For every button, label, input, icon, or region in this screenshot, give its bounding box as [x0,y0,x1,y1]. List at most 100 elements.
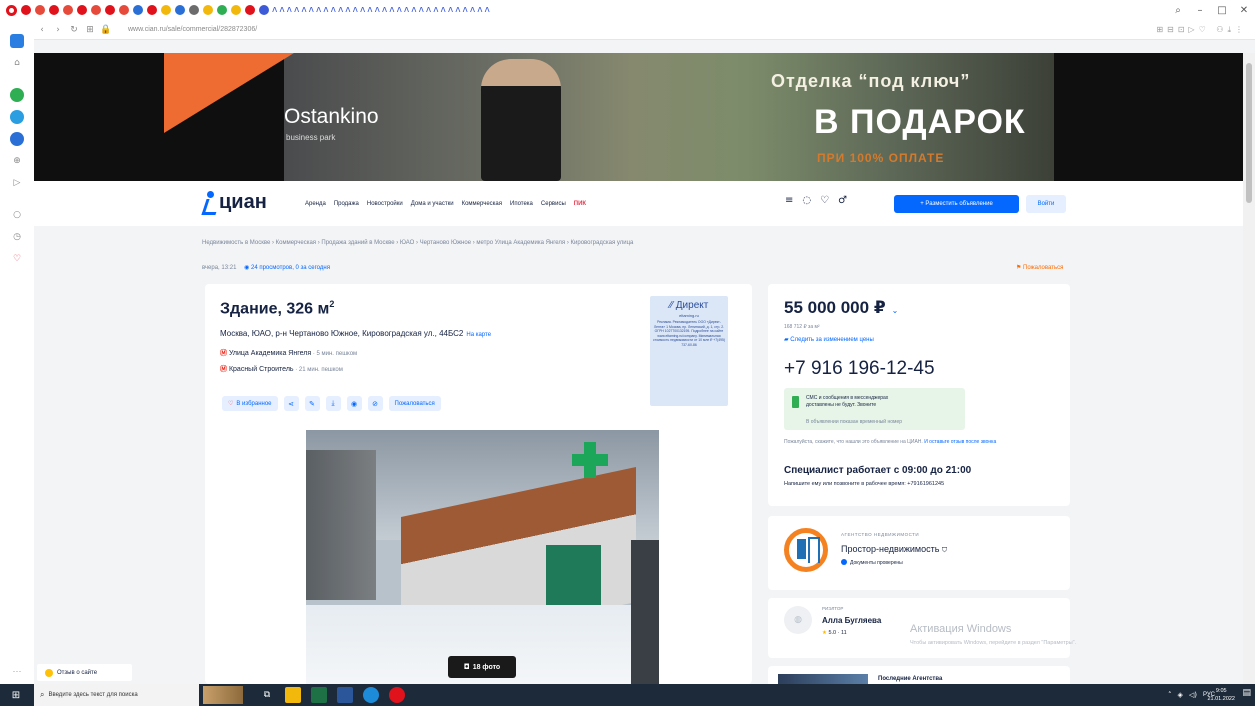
tab-icon[interactable] [259,5,269,15]
cian-tab-icon[interactable]: ᴧ [316,5,321,15]
cian-tab-icon[interactable]: ᴧ [279,5,284,15]
nav-sale[interactable]: Продажа [334,201,359,207]
share-icon[interactable]: ⋖ [283,396,299,411]
metro-item[interactable]: Ⓜ Улица Академика Янгеля · 5 мин. пешком [220,348,357,358]
excel-icon[interactable] [311,687,327,703]
realtor-name[interactable]: Алла Бугляева [822,616,881,625]
tab-icon[interactable] [49,5,59,15]
chat-icon[interactable]: ◌ [802,195,811,206]
volume-icon[interactable]: ◁) [1189,691,1197,699]
cian-tab-icon[interactable]: ᴧ [301,5,306,15]
cian-tab-icon[interactable]: ᴧ [338,5,343,15]
home-icon[interactable]: ⌂ [10,56,24,70]
tab-icon[interactable] [21,5,31,15]
word-icon[interactable] [337,687,353,703]
player-icon[interactable]: ▷ [10,176,24,190]
metro-item[interactable]: Ⓜ Красный Строитель · 21 мин. пешком [220,364,343,374]
tab-icon[interactable] [63,5,73,15]
nav-services[interactable]: Сервисы [541,201,566,207]
feedback-button[interactable]: Отзыв о сайте [37,664,132,681]
tab-icon[interactable] [217,5,227,15]
cian-tab-icon[interactable]: ᴧ [455,5,460,15]
nav-rent[interactable]: Аренда [305,201,326,207]
listing-photo[interactable]: ◘ 18 фото [306,430,659,684]
direct-ad[interactable]: ⁄⁄ Директ eltaming.ru Реклама. Рекламода… [650,296,728,406]
messenger-icon[interactable] [10,34,24,48]
pinboard-icon[interactable]: ♡ [10,252,24,266]
tab-icon[interactable] [105,5,115,15]
cian-tab-icon[interactable]: ᴧ [309,5,314,15]
network-icon[interactable]: ◈ [1177,691,1182,699]
scrollbar[interactable] [1243,53,1255,684]
cian-tab-icon[interactable]: ᴧ [397,5,402,15]
cian-tab-icon[interactable]: ᴧ [323,5,328,15]
sidebar-more-icon[interactable]: ··· [13,666,22,676]
watch-price-link[interactable]: ▰ Следить за изменением цены [784,336,874,343]
cian-tab-icon[interactable]: ᴧ [463,5,468,15]
views-count[interactable]: ◉ 24 просмотров, 0 за сегодня [244,265,330,271]
cian-tab-icon[interactable]: ᴧ [433,5,438,15]
complain-link[interactable]: ⚑ Пожаловаться [1016,264,1063,271]
cian-tab-icon[interactable]: ᴧ [419,5,424,15]
agency-card[interactable]: АГЕНТСТВО НЕДВИЖИМОСТИ Простор-недвижимо… [768,516,1070,590]
tab-icon[interactable] [147,5,157,15]
cian-tab-icon[interactable]: ᴧ [345,5,350,15]
cian-tab-icon[interactable]: ᴧ [375,5,380,15]
file-explorer-icon[interactable] [285,687,301,703]
notifications-icon[interactable]: ♂ [838,195,847,206]
cian-tab-icon[interactable]: ᴧ [477,5,482,15]
cian-tab-icon[interactable]: ᴧ [294,5,299,15]
windows-start-icon[interactable]: ⊞ [6,690,26,701]
hide-icon[interactable]: ⊘ [367,396,383,411]
cian-tab-icon[interactable]: ᴧ [367,5,372,15]
cian-tab-icon[interactable]: ᴧ [485,5,490,15]
back-icon[interactable]: ‹ [34,25,50,35]
tray-chevron-icon[interactable]: ˄ [1168,691,1172,699]
favorite-button[interactable]: ♡ В избранное [222,396,278,411]
favorites-icon[interactable]: ♡ [820,195,829,206]
telegram-icon[interactable] [10,110,24,124]
speed-dial-icon[interactable]: ⊞ [82,25,98,35]
close-window-button[interactable]: ✕ [1233,5,1255,16]
tab-icon[interactable] [133,5,143,15]
tab-icon[interactable] [77,5,87,15]
phone-number[interactable]: +7 916 196-12-45 [784,358,935,380]
tab-icon[interactable] [203,5,213,15]
minimize-button[interactable]: – [1189,5,1211,16]
clock-icon[interactable]: ◷ [10,230,24,244]
tab-icon[interactable] [161,5,171,15]
taskbar-search[interactable]: ⌕ Введите здесь текст для поиска [34,684,243,706]
reload-icon[interactable]: ↻ [66,25,82,35]
download-icon[interactable]: ⤓ [325,396,341,411]
nav-houses[interactable]: Дома и участки [411,201,454,207]
complain-button[interactable]: Пожаловаться [388,396,441,411]
url-field[interactable]: www.cian.ru/sale/commercial/282872306/ [128,26,1156,33]
cian-tab-icon[interactable]: ᴧ [411,5,416,15]
nav-pik[interactable]: ПИК [574,201,586,207]
cian-tab-icon[interactable]: ᴧ [448,5,453,15]
login-button[interactable]: Войти [1026,195,1066,213]
cian-tab-icon[interactable]: ᴧ [426,5,431,15]
next-card[interactable]: Последние Агентства [768,666,1070,684]
post-listing-button[interactable]: + Разместить объявление [894,195,1019,213]
breadcrumb[interactable]: Недвижимость в Москве › Коммерческая › П… [202,240,633,246]
cian-tab-icon[interactable]: ᴧ [287,5,292,15]
tab-icon[interactable] [245,5,255,15]
opera-icon[interactable] [389,687,405,703]
nav-new-buildings[interactable]: Новостройки [367,201,403,207]
settings-icon[interactable]: ⊕ [10,154,24,168]
cian-tab-icon[interactable]: ᴧ [404,5,409,15]
tab-icon[interactable] [35,5,45,15]
opera-logo-icon[interactable] [6,4,17,16]
maximize-button[interactable]: □ [1211,5,1233,16]
vk-icon[interactable] [10,132,24,146]
edge-icon[interactable] [363,687,379,703]
price-chevron-icon[interactable]: ⌄ [892,306,899,315]
taskbar-clock[interactable]: 9:05 21.01.2022 [1207,687,1235,703]
tab-icon[interactable] [119,5,129,15]
edit-icon[interactable]: ✎ [304,396,320,411]
print-icon[interactable]: ◉ [346,396,362,411]
cian-tab-icon[interactable]: ᴧ [353,5,358,15]
tab-icon[interactable] [91,5,101,15]
tab-icon[interactable] [189,5,199,15]
